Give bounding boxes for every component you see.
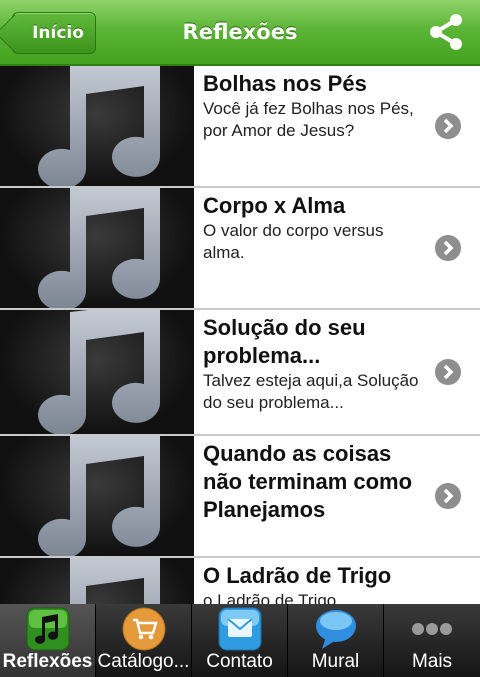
back-button[interactable]: Início [12,12,96,54]
thumbnail [0,66,194,186]
tab-label: Reflexões [2,651,93,672]
chevron-right-icon[interactable] [434,482,462,510]
share-icon [430,14,462,50]
music-note-icon [38,436,161,556]
music-note-icon [38,188,161,308]
music-note-icon [38,66,161,186]
tab-reflexoes[interactable]: Reflexões [0,604,96,677]
chevron-right-icon[interactable] [434,358,462,386]
speech-bubble-icon [316,610,356,649]
tab-mural[interactable]: Mural [288,604,384,677]
item-subtitle: o Ladrão de Trigo [203,591,337,604]
contact-icon [218,607,262,651]
share-button[interactable] [426,12,466,52]
shopping-cart-icon [122,607,166,651]
tab-mais[interactable]: Mais [384,604,480,677]
item-subtitle: Talvez esteja aqui,a Solução do seu prob… [203,371,419,412]
music-note-icon [26,607,70,651]
list-item[interactable]: O Ladrão de Trigo o Ladrão de Trigo [0,558,480,604]
header-bar: Início Reflexões [0,0,480,66]
reflection-list: Bolhas nos Pés Você já fez Bolhas nos Pé… [0,66,480,604]
list-item[interactable]: Bolhas nos Pés Você já fez Bolhas nos Pé… [0,66,480,188]
tab-label: Mais [411,651,453,672]
thumbnail [0,436,194,556]
tab-catalogo[interactable]: Catálogo... [96,604,192,677]
page-title: Reflexões [182,20,298,44]
thumbnail [0,310,194,434]
music-note-icon [70,558,160,604]
item-title: Solução do seu problema... [203,315,366,368]
tab-label: Catálogo... [97,651,190,672]
thumbnail [0,188,194,308]
item-subtitle: O valor do corpo versus alma. [203,221,384,262]
item-title: Bolhas nos Pés [203,71,367,96]
list-item[interactable]: Quando as coisas não terminam como Plane… [0,436,480,558]
item-title: O Ladrão de Trigo [203,563,392,588]
chevron-right-icon[interactable] [434,234,462,262]
list-item[interactable]: Solução do seu problema... Talvez esteja… [0,310,480,436]
music-note-icon [38,310,161,434]
item-subtitle: Você já fez Bolhas nos Pés, por Amor de … [203,99,414,140]
tab-label: Contato [206,651,273,672]
list-item[interactable]: Corpo x Alma O valor do corpo versus alm… [0,188,480,310]
tab-label: Mural [311,651,360,672]
item-title: Quando as coisas não terminam como Plane… [203,441,413,522]
more-dots-icon [412,623,452,635]
bottom-tab-bar: Reflexões Catálogo... Contato Mural Mais [0,604,480,677]
back-button-label: Início [32,23,84,43]
thumbnail [0,558,194,604]
chevron-right-icon[interactable] [434,112,462,140]
item-title: Corpo x Alma [203,193,346,218]
tab-contato[interactable]: Contato [192,604,288,677]
